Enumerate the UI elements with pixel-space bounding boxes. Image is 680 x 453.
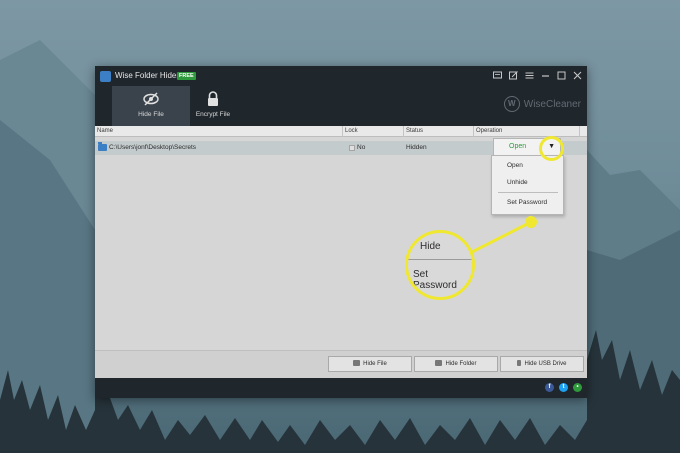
column-divider	[403, 126, 404, 137]
app-logo-icon	[100, 71, 111, 82]
lock-checkbox[interactable]	[349, 145, 355, 151]
minimize-icon[interactable]	[540, 70, 551, 81]
status-bar: f t •	[95, 378, 587, 398]
eye-slash-icon	[142, 90, 160, 108]
close-icon[interactable]	[572, 70, 583, 81]
message-icon[interactable]: •	[573, 383, 582, 392]
row-status: Hidden	[406, 144, 427, 151]
wisecleaner-logo-icon: W	[503, 96, 520, 112]
edit-icon[interactable]	[508, 70, 519, 81]
column-divider	[342, 126, 343, 137]
row-lock-value: No	[357, 144, 366, 151]
table-header: Name Lock Status Operation	[95, 126, 587, 137]
twitter-icon[interactable]: t	[559, 383, 568, 392]
column-header-lock[interactable]: Lock	[345, 128, 358, 134]
menu-item-open[interactable]: Open	[507, 162, 523, 169]
callout-divider	[408, 259, 472, 260]
callout-pointer-dot	[525, 216, 537, 228]
column-header-status[interactable]: Status	[406, 128, 423, 134]
wisecleaner-brand: W WiseCleaner	[503, 96, 581, 112]
callout-hide-text: Hide	[420, 241, 441, 252]
open-button-label: Open	[509, 143, 527, 150]
hide-file-button-label: Hide File	[363, 361, 387, 367]
maximize-icon[interactable]	[556, 70, 567, 81]
hide-usb-drive-button-label: Hide USB Drive	[524, 361, 567, 367]
free-badge: FREE	[177, 72, 196, 80]
menu-item-unhide[interactable]: Unhide	[507, 179, 528, 186]
callout-set-password-text: Set Password	[413, 269, 457, 291]
operation-dropdown-menu: Open Unhide Set Password	[491, 155, 564, 215]
hide-usb-drive-button[interactable]: Hide USB Drive	[500, 356, 584, 372]
hide-folder-button-label: Hide Folder	[445, 361, 477, 367]
folder-outline-icon	[435, 360, 443, 366]
zoom-callout: Hide Set Password	[405, 230, 475, 300]
title-bar: Wise Folder Hider FREE Hide File Encrypt…	[95, 66, 587, 126]
window-controls	[492, 70, 583, 81]
usb-icon	[517, 360, 522, 366]
hide-file-button[interactable]: Hide File	[328, 356, 412, 372]
file-icon	[353, 360, 361, 366]
bottom-toolbar: Hide File Hide Folder Hide USB Drive	[95, 350, 587, 378]
menu-item-set-password[interactable]: Set Password	[507, 199, 547, 206]
feedback-icon[interactable]	[492, 70, 503, 81]
column-divider	[473, 126, 474, 137]
tab-encrypt-file-label: Encrypt File	[195, 111, 231, 118]
brand-name: WiseCleaner	[523, 98, 581, 110]
column-header-name[interactable]: Name	[97, 128, 113, 134]
row-path: C:\Users\jonf\Desktop\Secrets	[109, 144, 197, 151]
app-title: Wise Folder Hider	[115, 71, 180, 80]
tab-encrypt-file[interactable]: Encrypt File	[174, 86, 252, 126]
padlock-icon	[204, 90, 222, 108]
app-window: Wise Folder Hider FREE Hide File Encrypt…	[95, 66, 587, 398]
folder-icon	[98, 142, 107, 151]
menu-icon[interactable]	[524, 70, 535, 81]
dropdown-arrow-highlight-ring	[539, 136, 564, 161]
facebook-icon[interactable]: f	[545, 383, 554, 392]
menu-divider	[498, 192, 558, 193]
column-divider	[579, 126, 580, 137]
hide-folder-button[interactable]: Hide Folder	[414, 356, 498, 372]
column-header-operation[interactable]: Operation	[476, 128, 502, 134]
